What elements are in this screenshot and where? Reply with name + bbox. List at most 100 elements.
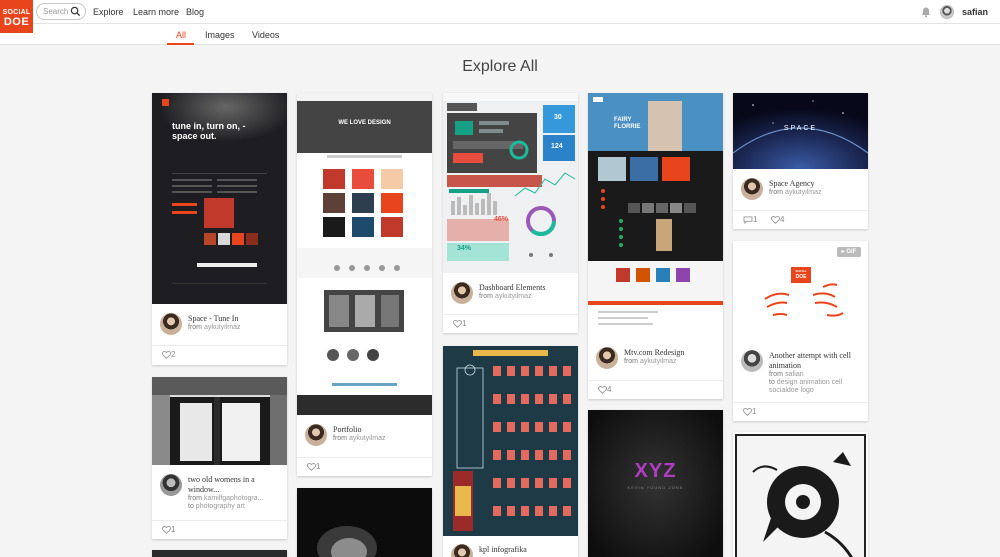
- card-mtv-redesign[interactable]: FAIRY FLORRIE Mtv.com Redesign from ayku…: [588, 93, 723, 399]
- card-two-old-womens[interactable]: two old womens in a window... from kamil…: [152, 377, 287, 539]
- card-title[interactable]: kpl infografika: [479, 545, 575, 555]
- card-space-tune-in[interactable]: tune in, turn on, - space out. Space - T…: [152, 93, 287, 365]
- target-link[interactable]: photography art: [196, 503, 245, 510]
- thumb-subline: KEVIN YOUNG ZONE: [627, 485, 684, 490]
- heart-icon: [598, 386, 607, 394]
- like-count: 1: [462, 319, 467, 328]
- thumbnail-space-agency[interactable]: SPACE: [733, 93, 868, 169]
- card-portfolio[interactable]: WE LOVE DESIGN Portfolio from aykutyilma…: [297, 93, 432, 476]
- thumbnail-vinyl-art[interactable]: [733, 432, 868, 557]
- card-space-agency[interactable]: SPACE Space Agency from aykutyilmaz 1 4: [733, 93, 868, 229]
- thumbnail-dashboard[interactable]: 46% 34% 30 124: [443, 93, 578, 273]
- logo-line-2: DOE: [3, 16, 30, 28]
- author-link[interactable]: aykutyilmaz: [495, 293, 532, 300]
- author-link[interactable]: aykutyilmaz: [785, 189, 822, 196]
- card-author-line: from kamilfgaphotogra...: [188, 495, 284, 503]
- card-kpl-infografika[interactable]: kpl infografika: [443, 346, 578, 557]
- from-label: from: [769, 189, 783, 196]
- comment-stat[interactable]: 1: [743, 215, 757, 225]
- search-icon[interactable]: [70, 6, 81, 17]
- search-input[interactable]: [43, 5, 73, 18]
- nav-blog[interactable]: Blog: [186, 7, 204, 17]
- author-link[interactable]: aykutyilmaz: [349, 435, 386, 442]
- like-stat[interactable]: 4: [598, 385, 611, 394]
- like-count: 2: [171, 350, 176, 359]
- like-count: 4: [607, 385, 612, 394]
- filter-tabs-bar: All Images Videos: [0, 24, 1000, 45]
- card-stats: 1: [152, 520, 287, 538]
- xyz-preview: [588, 410, 723, 557]
- card-cell-animation[interactable]: SOCIAL DOE ▸ GIF Another attempt with ce…: [733, 241, 868, 421]
- card-author-line: from aykutyilmaz: [188, 324, 284, 332]
- heart-icon: [453, 320, 462, 328]
- author-avatar[interactable]: [160, 474, 182, 496]
- card-title[interactable]: Another attempt with cell animation: [769, 351, 865, 371]
- socialdoe-logo[interactable]: SOCIAL DOE: [0, 0, 33, 33]
- author-avatar[interactable]: [305, 424, 327, 446]
- comment-icon: [743, 216, 753, 225]
- thumbnail-owl[interactable]: [297, 488, 432, 557]
- card-title[interactable]: Space - Tune In: [188, 314, 284, 324]
- bell-icon[interactable]: [920, 6, 932, 18]
- author-avatar[interactable]: [741, 350, 763, 372]
- card-partial-col1[interactable]: [152, 550, 287, 557]
- card-author-line: from aykutyilmaz: [333, 435, 429, 443]
- card-title[interactable]: Space Agency: [769, 179, 865, 189]
- card-author-line: from aykutyilmaz: [769, 189, 865, 197]
- author-link[interactable]: kamilfgaphotogra...: [204, 495, 264, 502]
- card-stats: 2: [152, 345, 287, 363]
- thumbnail-partial[interactable]: [152, 550, 287, 557]
- card-stats: 1: [733, 402, 868, 420]
- author-link[interactable]: aykutyilmaz: [640, 358, 677, 365]
- user-avatar[interactable]: [940, 5, 954, 19]
- author-link[interactable]: safian: [785, 371, 804, 378]
- like-stat[interactable]: 4: [771, 215, 784, 224]
- thumbnail-space-tune-in[interactable]: tune in, turn on, - space out.: [152, 93, 287, 304]
- like-stat[interactable]: 1: [162, 525, 175, 534]
- card-title[interactable]: Dashboard Elements: [479, 283, 575, 293]
- card-xyz[interactable]: XYZ KEVIN YOUNG ZONE: [588, 410, 723, 557]
- like-count: 1: [316, 462, 321, 471]
- card-owl[interactable]: [297, 488, 432, 557]
- like-stat[interactable]: 1: [453, 319, 466, 328]
- author-avatar[interactable]: [451, 282, 473, 304]
- username[interactable]: safian: [962, 7, 988, 17]
- thumbnail-xyz[interactable]: XYZ KEVIN YOUNG ZONE: [588, 410, 723, 557]
- author-avatar[interactable]: [160, 313, 182, 335]
- nav-learn-more[interactable]: Learn more: [133, 7, 179, 17]
- card-title[interactable]: two old womens in a window...: [188, 475, 284, 495]
- tab-all[interactable]: All: [176, 30, 186, 40]
- card-title[interactable]: Portfolio: [333, 425, 429, 435]
- from-label: from: [333, 435, 347, 442]
- nav-explore[interactable]: Explore: [93, 7, 124, 17]
- author-avatar[interactable]: [596, 347, 618, 369]
- like-stat[interactable]: 1: [307, 462, 320, 471]
- like-stat[interactable]: 2: [162, 350, 175, 359]
- from-label: from: [188, 324, 202, 331]
- target-link[interactable]: design animation cell socialdoe logo: [769, 379, 842, 394]
- thumbnail-portfolio[interactable]: WE LOVE DESIGN: [297, 93, 432, 415]
- portfolio-preview: [297, 93, 432, 415]
- mini-logo: SOCIAL DOE: [791, 268, 811, 280]
- author-link[interactable]: aykutyilmaz: [204, 324, 241, 331]
- author-avatar[interactable]: [451, 544, 473, 557]
- tab-images[interactable]: Images: [205, 30, 235, 40]
- like-stat[interactable]: 1: [743, 407, 756, 416]
- thumbnail-mtv-redesign[interactable]: FAIRY FLORRIE: [588, 93, 723, 338]
- from-label: from: [624, 358, 638, 365]
- author-avatar[interactable]: [741, 178, 763, 200]
- to-label: to: [188, 503, 194, 510]
- card-vinyl-art[interactable]: [733, 432, 868, 557]
- tab-videos[interactable]: Videos: [252, 30, 279, 40]
- thumbnail-kpl-infografika[interactable]: [443, 346, 578, 536]
- thumb-headline: FAIRY FLORRIE: [614, 117, 641, 130]
- mini-logo-line-2: DOE: [795, 274, 807, 280]
- from-label: from: [479, 293, 493, 300]
- to-label: to: [769, 379, 775, 386]
- card-title[interactable]: Mtv.com Redesign: [624, 348, 720, 358]
- thumbnail-two-old-womens[interactable]: [152, 377, 287, 465]
- gif-badge: ▸ GIF: [837, 247, 861, 257]
- card-dashboard[interactable]: 46% 34% 30 124 Dashboard Elements from a…: [443, 93, 578, 333]
- thumbnail-cell-animation[interactable]: SOCIAL DOE ▸ GIF: [733, 241, 868, 341]
- heart-icon: [307, 463, 316, 471]
